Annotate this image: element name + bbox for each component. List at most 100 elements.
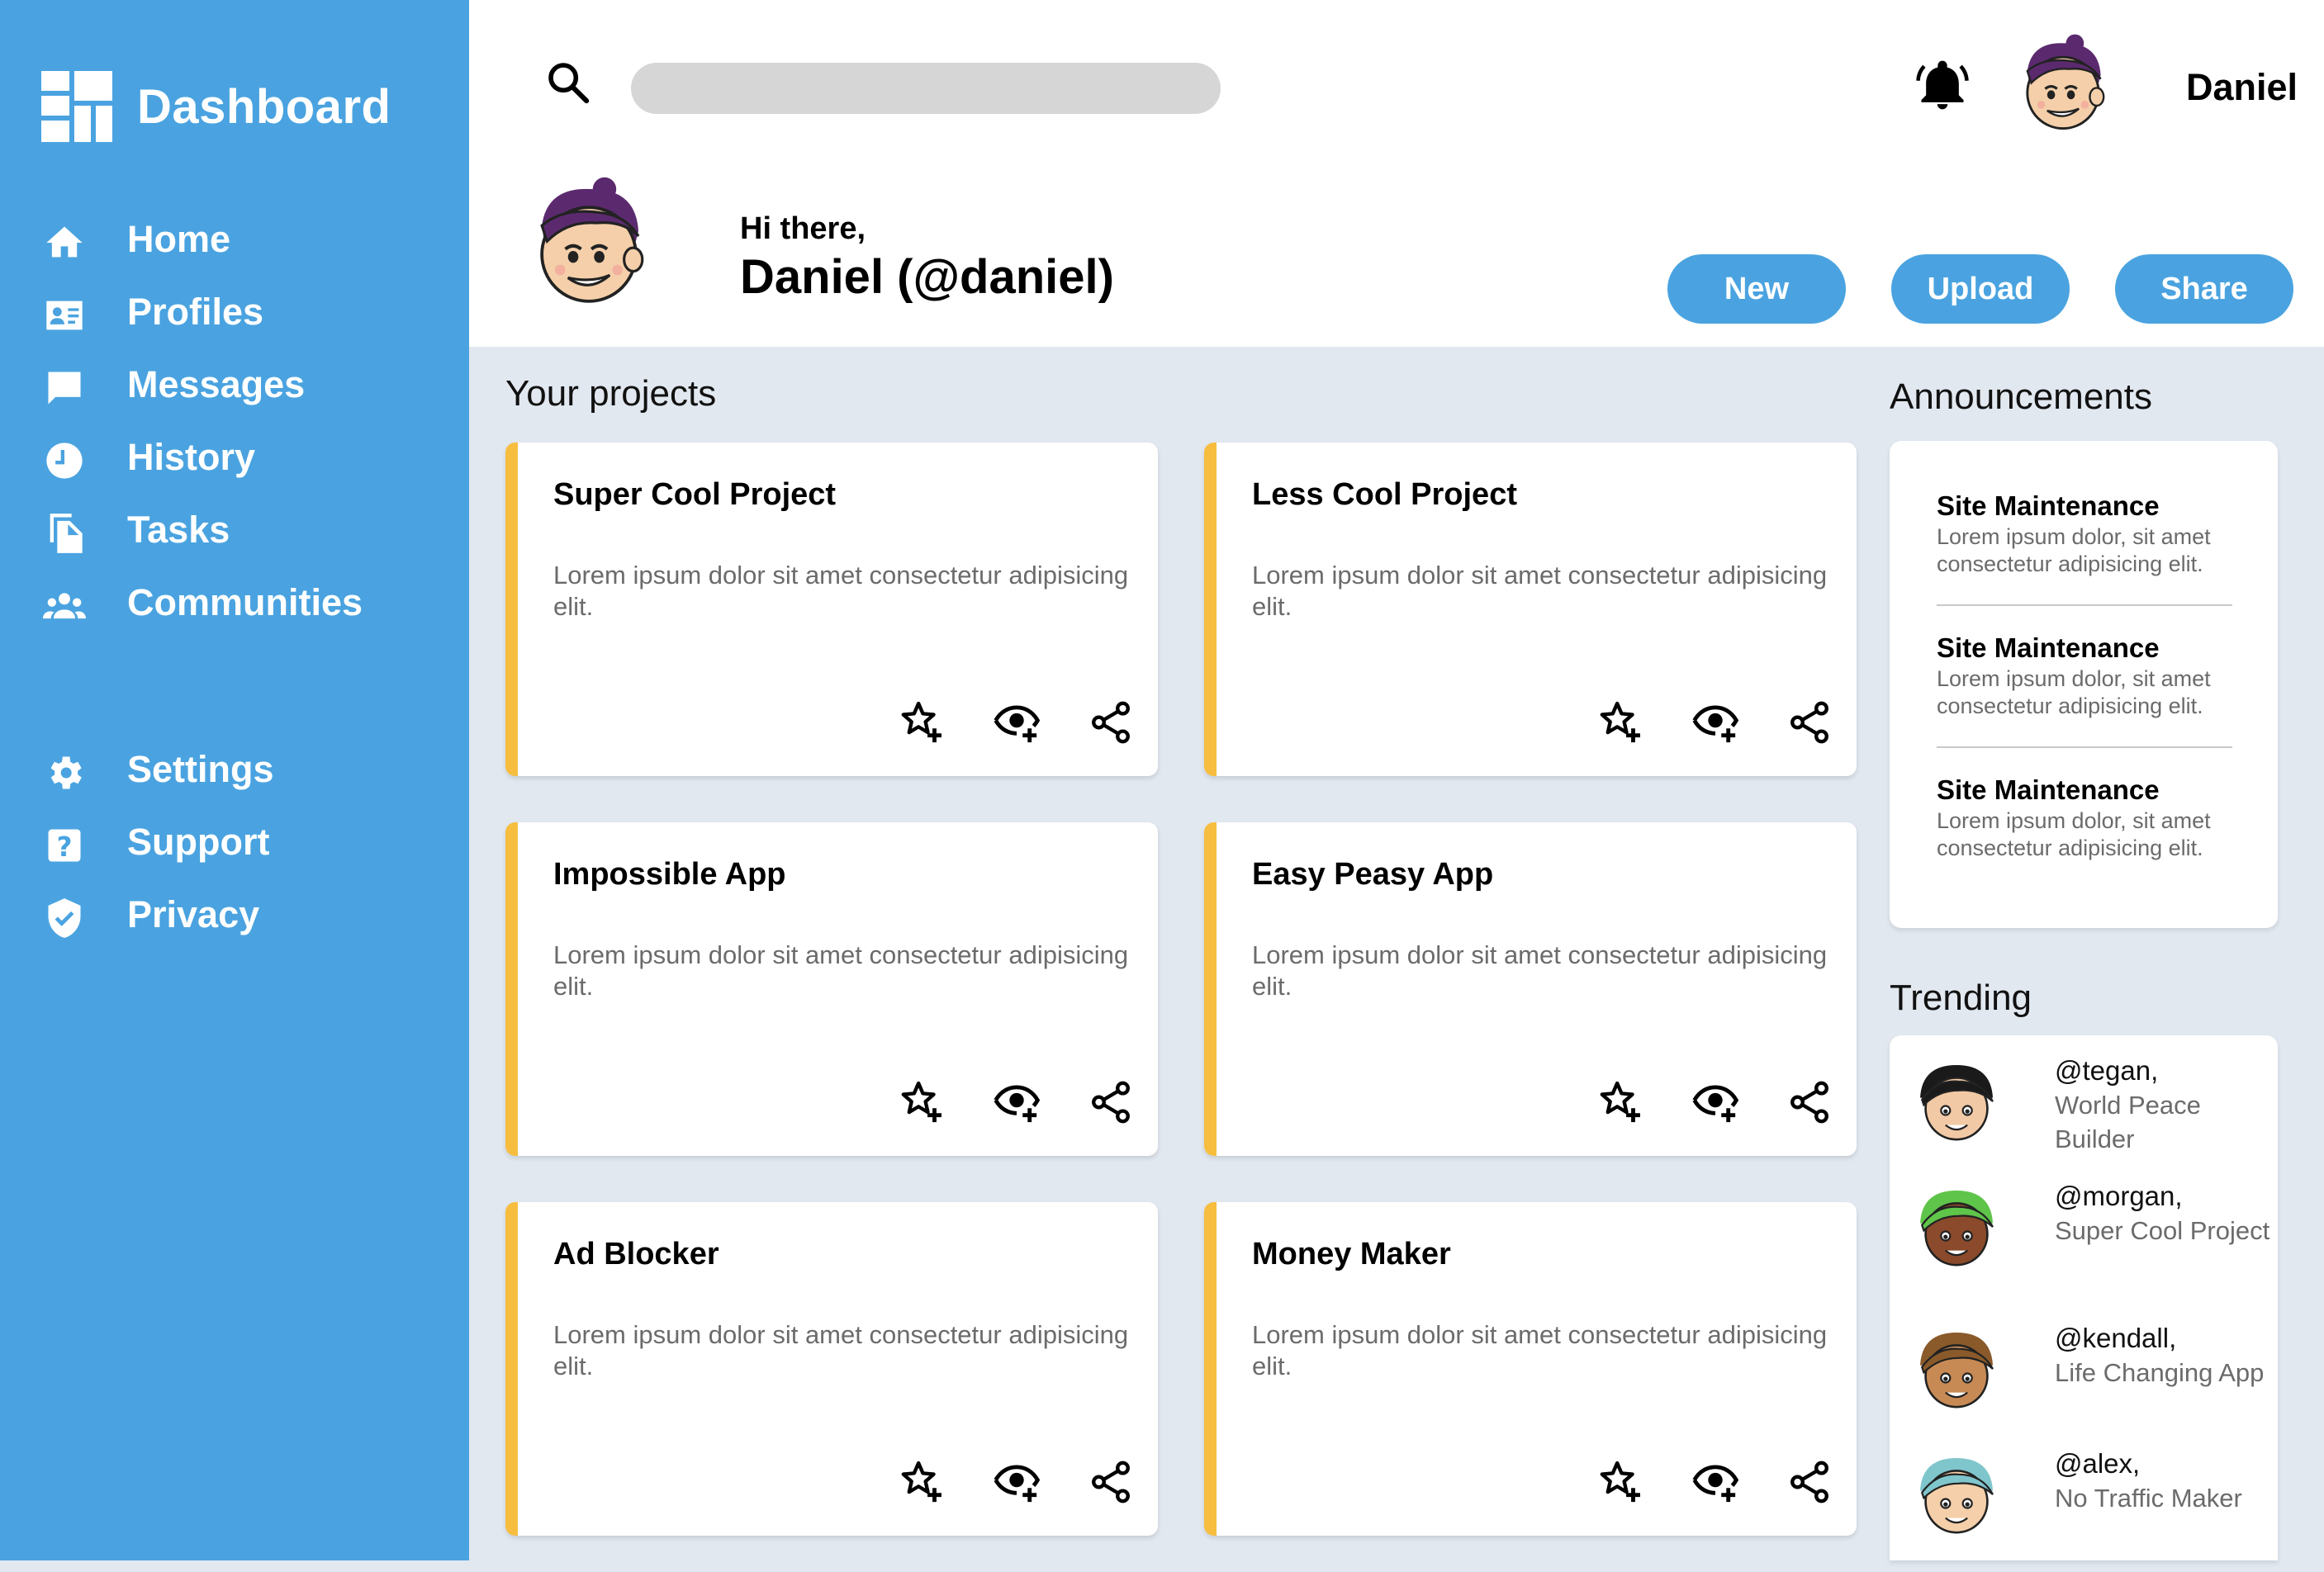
- announcement-body: Lorem ipsum dolor, sit amet consectetur …: [1937, 666, 2211, 718]
- sidebar-item-home[interactable]: Home: [0, 208, 469, 274]
- star-add-icon[interactable]: [899, 1078, 946, 1126]
- trending-handle: @kendall,: [2055, 1323, 2177, 1353]
- watch-add-icon[interactable]: [993, 1458, 1041, 1506]
- header-username[interactable]: Daniel: [2186, 66, 2298, 109]
- project-card[interactable]: Impossible App Lorem ipsum dolor sit amet…: [505, 822, 1158, 1156]
- star-add-icon[interactable]: [1597, 1458, 1645, 1506]
- share-icon[interactable]: [1087, 1458, 1135, 1506]
- announcement-title: Site Maintenance: [1937, 774, 2160, 805]
- star-add-icon[interactable]: [899, 698, 946, 746]
- project-title: Money Maker: [1252, 1237, 1451, 1271]
- header: Daniel Hi there, Daniel (@daniel) New Up…: [469, 0, 2324, 347]
- card-actions: [1551, 1078, 1833, 1126]
- shield-icon: [48, 898, 81, 938]
- sidebar-item-label: Profiles: [127, 291, 264, 333]
- sidebar-item-label: Support: [127, 821, 270, 863]
- avatar: [1920, 1191, 1994, 1267]
- sidebar-item-profiles[interactable]: Profiles: [0, 281, 469, 347]
- trending-project: Life Changing App: [2055, 1358, 2265, 1387]
- trending-handle: @alex,: [2055, 1448, 2141, 1479]
- watch-add-icon[interactable]: [1691, 698, 1739, 746]
- sidebar-item-support[interactable]: ? Support: [0, 811, 469, 877]
- card-accent: [1204, 822, 1217, 1156]
- star-add-icon[interactable]: [1597, 698, 1645, 746]
- share-icon[interactable]: [1786, 698, 1833, 746]
- project-description: Lorem ipsum dolor sit amet consectetur a…: [553, 561, 1129, 621]
- project-card[interactable]: Easy Peasy App Lorem ipsum dolor sit amet…: [1204, 822, 1857, 1156]
- brand-label: Dashboard: [137, 79, 391, 134]
- card-actions: [1551, 1458, 1833, 1506]
- sidebar-item-label: Messages: [127, 363, 306, 405]
- avatar: [540, 177, 644, 303]
- share-icon[interactable]: [1786, 1458, 1833, 1506]
- watch-add-icon[interactable]: [1691, 1458, 1739, 1506]
- star-add-icon[interactable]: [899, 1458, 946, 1506]
- project-card[interactable]: Super Cool Project Lorem ipsum dolor sit …: [505, 443, 1158, 776]
- sidebar-item-label: History: [127, 436, 256, 478]
- announcement-body: Lorem ipsum dolor, sit amet consectetur …: [1937, 524, 2211, 576]
- card-actions: [852, 1458, 1135, 1506]
- clock-icon: [46, 443, 83, 479]
- sidebar: Dashboard Home Profiles Messages History…: [0, 0, 469, 1560]
- sidebar-item-history[interactable]: History: [0, 426, 469, 492]
- trending-panel: @tegan, World Peace Builder @morgan, Super …: [1890, 1035, 2278, 1560]
- project-title: Easy Peasy App: [1252, 857, 1494, 892]
- card-actions: [852, 1078, 1135, 1126]
- watch-add-icon[interactable]: [993, 698, 1041, 746]
- brand[interactable]: Dashboard: [41, 71, 391, 142]
- announcement-title: Site Maintenance: [1937, 632, 2160, 663]
- watch-add-icon[interactable]: [993, 1078, 1041, 1126]
- sidebar-item-messages[interactable]: Messages: [0, 353, 469, 419]
- project-title: Impossible App: [553, 857, 786, 892]
- project-description: Lorem ipsum dolor sit amet consectetur a…: [553, 940, 1129, 1001]
- bell-icon[interactable]: [1914, 58, 1971, 114]
- sidebar-item-tasks[interactable]: Tasks: [0, 499, 469, 565]
- sidebar-item-communities[interactable]: Communities: [0, 571, 469, 637]
- home-icon: [46, 226, 83, 258]
- star-add-icon[interactable]: [1597, 1078, 1645, 1126]
- project-description: Lorem ipsum dolor sit amet consectetur a…: [1252, 561, 1828, 621]
- project-title: Super Cool Project: [553, 477, 837, 512]
- share-icon[interactable]: [1786, 1078, 1833, 1126]
- card-accent: [1204, 1202, 1217, 1536]
- sidebar-item-settings[interactable]: Settings: [0, 738, 469, 804]
- sidebar-item-label: Home: [127, 218, 231, 260]
- chat-icon: [48, 372, 81, 405]
- project-card[interactable]: Money Maker Lorem ipsum dolor sit amet co…: [1204, 1202, 1857, 1536]
- announcement-body: Lorem ipsum dolor, sit amet consectetur …: [1937, 808, 2211, 860]
- avatar: [1920, 1458, 1994, 1534]
- project-card[interactable]: Ad Blocker Lorem ipsum dolor sit amet con…: [505, 1202, 1158, 1536]
- sidebar-item-label: Privacy: [127, 893, 260, 935]
- avatar[interactable]: [2013, 31, 2113, 135]
- search-input[interactable]: [631, 63, 1221, 114]
- trending-item[interactable]: @alex, No Traffic Maker: [1890, 1448, 2278, 1572]
- project-title: Ad Blocker: [553, 1237, 719, 1271]
- announcement-item[interactable]: Site Maintenance Lorem ipsum dolor, sit …: [1937, 490, 2232, 578]
- search-icon[interactable]: [545, 59, 591, 106]
- project-card[interactable]: Less Cool Project Lorem ipsum dolor sit a…: [1204, 443, 1857, 776]
- avatar: [1920, 1065, 1994, 1141]
- project-title: Less Cool Project: [1252, 477, 1517, 512]
- trending-item[interactable]: @tegan, World Peace Builder: [1890, 1055, 2278, 1179]
- announcement-item[interactable]: Site Maintenance Lorem ipsum dolor, sit …: [1937, 774, 2232, 862]
- share-icon[interactable]: [1087, 1078, 1135, 1126]
- gear-icon: [50, 756, 82, 789]
- watch-add-icon[interactable]: [1691, 1078, 1739, 1126]
- group-icon: [43, 593, 86, 619]
- trending-handle: @tegan,: [2055, 1055, 2159, 1086]
- sidebar-item-privacy[interactable]: Privacy: [0, 883, 469, 949]
- project-description: Lorem ipsum dolor sit amet consectetur a…: [1252, 1320, 1828, 1380]
- share-button[interactable]: Share: [2115, 254, 2293, 324]
- trending-item[interactable]: @kendall, Life Changing App: [1890, 1323, 2278, 1447]
- project-description: Lorem ipsum dolor sit amet consectetur a…: [1252, 940, 1828, 1001]
- trending-title: Trending: [1890, 978, 2032, 1018]
- trending-item[interactable]: @morgan, Super Cool Project: [1890, 1181, 2278, 1304]
- new-button[interactable]: New: [1667, 254, 1846, 324]
- projects-title: Your projects: [505, 373, 717, 414]
- card-actions: [852, 698, 1135, 746]
- announcement-item[interactable]: Site Maintenance Lorem ipsum dolor, sit …: [1937, 632, 2232, 720]
- document-icon: [50, 514, 83, 553]
- share-icon[interactable]: [1087, 698, 1135, 746]
- upload-button[interactable]: Upload: [1891, 254, 2070, 324]
- announcements-title: Announcements: [1890, 376, 2152, 417]
